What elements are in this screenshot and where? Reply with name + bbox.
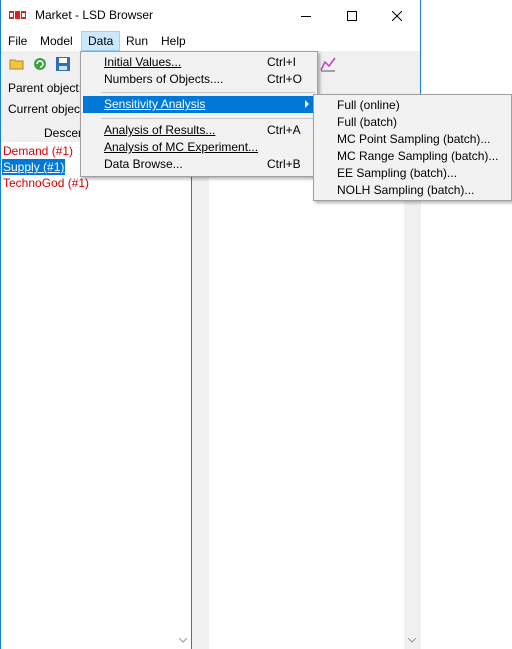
chart-icon[interactable] — [320, 56, 336, 72]
menu-item-label: MC Range Sampling (batch)... — [337, 149, 499, 163]
menu-data[interactable]: Data — [81, 31, 121, 51]
panel-divider — [192, 142, 209, 649]
save-icon[interactable] — [55, 56, 71, 72]
list-item-demand[interactable]: Demand (#1) — [2, 143, 74, 159]
shortcut-label: Ctrl+B — [267, 157, 301, 171]
menu-item-full-online[interactable]: Full (online) — [316, 97, 509, 114]
menu-item-label: Numbers of Objects.... — [104, 72, 224, 86]
sensitivity-analysis-submenu: Full (online) Full (batch) MC Point Samp… — [313, 94, 512, 201]
list-item-technogod[interactable]: TechnoGod (#1) — [2, 175, 90, 191]
menu-item-mc-point-sampling[interactable]: MC Point Sampling (batch)... — [316, 131, 509, 148]
menu-item-label: Analysis of MC Experiment... — [104, 140, 259, 154]
menu-item-label: Sensitivity Analysis — [104, 97, 206, 111]
maximize-button[interactable] — [329, 0, 375, 31]
menu-item-label: NOLH Sampling (batch)... — [337, 183, 475, 197]
title-bar[interactable]: Market - LSD Browser — [1, 0, 420, 31]
menu-item-label: MC Point Sampling (batch)... — [337, 132, 491, 146]
window-title: Market - LSD Browser — [35, 8, 154, 22]
chevron-down-icon[interactable] — [179, 638, 187, 643]
menu-item-analysis-mc[interactable]: Analysis of MC Experiment... — [83, 139, 315, 156]
menu-item-ee-sampling[interactable]: EE Sampling (batch)... — [316, 165, 509, 182]
shortcut-label: Ctrl+A — [267, 123, 301, 137]
list-item-supply[interactable]: Supply (#1) — [2, 159, 66, 175]
chevron-down-icon[interactable] — [408, 638, 416, 643]
menu-separator — [101, 118, 315, 119]
current-object-label: Current object — [8, 102, 84, 116]
menu-item-full-batch[interactable]: Full (batch) — [316, 114, 509, 131]
lsd-logo-icon — [9, 11, 26, 19]
menu-item-label: Initial Values... — [104, 55, 182, 69]
menu-item-label: Full (online) — [337, 98, 400, 112]
vertical-scrollbar[interactable] — [404, 142, 421, 649]
open-folder-icon[interactable] — [9, 56, 25, 72]
descendants-list[interactable]: Demand (#1) Supply (#1) TechnoGod (#1) — [1, 142, 192, 649]
menu-bar: File Model Data Run Help — [1, 31, 420, 51]
close-button[interactable] — [374, 0, 420, 31]
menu-item-mc-range-sampling[interactable]: MC Range Sampling (batch)... — [316, 148, 509, 165]
menu-item-data-browse[interactable]: Data Browse... Ctrl+B — [83, 156, 315, 173]
menu-file[interactable]: File — [2, 31, 33, 51]
menu-item-nolh-sampling[interactable]: NOLH Sampling (batch)... — [316, 182, 509, 199]
minimize-icon — [301, 15, 311, 17]
menu-run[interactable]: Run — [120, 31, 154, 51]
menu-item-label: Analysis of Results... — [104, 123, 216, 137]
menu-item-label: Data Browse... — [104, 157, 183, 171]
submenu-arrow-icon — [305, 100, 309, 108]
shortcut-label: Ctrl+I — [267, 55, 297, 69]
menu-model[interactable]: Model — [34, 31, 79, 51]
menu-separator — [101, 92, 315, 93]
minimize-button[interactable] — [283, 0, 329, 31]
maximize-icon — [347, 10, 357, 21]
data-menu: Initial Values... Ctrl+I Numbers of Obje… — [80, 51, 318, 177]
menu-help[interactable]: Help — [155, 31, 192, 51]
parent-object-label: Parent object: — [8, 81, 83, 95]
descendants-header: Descen — [44, 126, 85, 140]
reload-icon[interactable] — [32, 56, 48, 72]
close-icon — [392, 10, 402, 21]
variables-list[interactable] — [209, 142, 404, 649]
menu-item-label: Full (batch) — [337, 115, 398, 129]
menu-item-label: EE Sampling (batch)... — [337, 166, 458, 180]
menu-item-initial-values[interactable]: Initial Values... Ctrl+I — [83, 54, 315, 71]
menu-item-numbers-of-objects[interactable]: Numbers of Objects.... Ctrl+O — [83, 71, 315, 88]
menu-item-sensitivity-analysis[interactable]: Sensitivity Analysis — [83, 96, 315, 113]
menu-item-analysis-of-results[interactable]: Analysis of Results... Ctrl+A — [83, 122, 315, 139]
shortcut-label: Ctrl+O — [267, 72, 303, 86]
